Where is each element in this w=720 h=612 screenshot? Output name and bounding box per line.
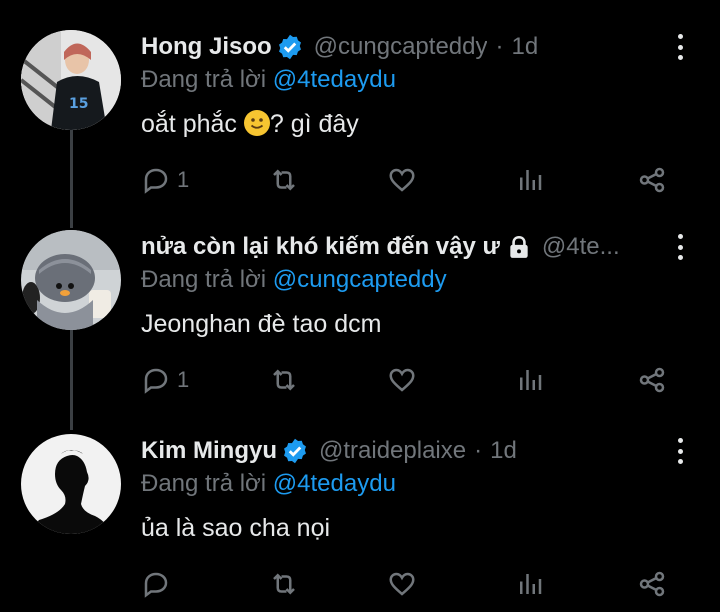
- heart-icon: [389, 368, 415, 392]
- reply-icon: [144, 168, 168, 194]
- retweet-icon: [273, 573, 295, 595]
- tweet-text: oắt phắc ? gì đây: [141, 110, 359, 139]
- tweet-header: Hong Jisoo @cungcapteddy · 1d: [141, 30, 660, 64]
- tweet-actions: 1: [141, 360, 681, 400]
- timestamp[interactable]: 1d: [511, 33, 538, 61]
- tweet-text: ủa là sao cha nọi: [141, 514, 331, 542]
- like-button[interactable]: [387, 160, 417, 200]
- mention-link[interactable]: @4tedaydu: [273, 66, 396, 93]
- mention-link[interactable]: @cungcapteddy: [273, 266, 447, 293]
- reply-count: 1: [177, 367, 190, 392]
- replying-label: Đang trả lời: [141, 470, 267, 497]
- tweet-actions: [141, 564, 681, 604]
- retweet-icon: [273, 369, 295, 391]
- retweet-button[interactable]: [269, 360, 299, 400]
- tweet[interactable]: nửa còn lại khó kiếm đến vậy ư @4te... Đ…: [0, 230, 720, 400]
- tweet-header: nửa còn lại khó kiếm đến vậy ư @4te...: [141, 230, 660, 264]
- share-icon: [639, 167, 665, 193]
- replying-to: Đang trả lời @cungcapteddy: [141, 266, 447, 294]
- reply-icon: [144, 368, 168, 394]
- analytics-icon: [520, 574, 542, 594]
- avatar[interactable]: [21, 434, 121, 534]
- analytics-button[interactable]: [515, 360, 545, 400]
- analytics-icon: [520, 170, 542, 190]
- retweet-button[interactable]: [269, 160, 299, 200]
- tweet-text-part: oắt phắc: [141, 110, 244, 138]
- retweet-icon: [273, 169, 295, 191]
- analytics-button[interactable]: [515, 564, 545, 604]
- verified-badge-icon: [278, 34, 301, 60]
- share-button[interactable]: [637, 360, 667, 400]
- user-handle[interactable]: @cungcapteddy: [314, 33, 488, 61]
- more-options-icon[interactable]: [670, 34, 690, 60]
- like-button[interactable]: [387, 564, 417, 604]
- more-options-icon[interactable]: [670, 438, 690, 464]
- more-options-icon[interactable]: [670, 234, 690, 260]
- separator-dot: ·: [474, 437, 483, 464]
- tweet-text: Jeonghan đè tao dcm: [141, 310, 382, 338]
- heart-icon: [389, 572, 415, 596]
- replying-label: Đang trả lời: [141, 266, 267, 293]
- reply-button[interactable]: 1: [141, 360, 189, 400]
- analytics-icon: [520, 370, 542, 390]
- mention-link[interactable]: @4tedaydu: [273, 470, 396, 497]
- replying-label: Đang trả lời: [141, 66, 267, 93]
- avatar[interactable]: 15: [21, 30, 121, 130]
- display-name[interactable]: nửa còn lại khó kiếm đến vậy ư: [141, 233, 500, 261]
- heart-icon: [389, 168, 415, 192]
- display-name[interactable]: Kim Mingyu: [141, 437, 277, 465]
- reply-count: 1: [177, 167, 190, 192]
- avatar[interactable]: [21, 230, 121, 330]
- tweet[interactable]: 15 Hong Jisoo @cungcapteddy · 1d Đang tr…: [0, 30, 720, 200]
- tweet-header: Kim Mingyu @traideplaixe · 1d: [141, 434, 660, 468]
- user-handle[interactable]: @4te...: [542, 233, 620, 261]
- timestamp[interactable]: 1d: [490, 437, 517, 465]
- share-button[interactable]: [637, 564, 667, 604]
- tweet-actions: 1: [141, 160, 681, 200]
- tweet-text-part: ? gì đây: [269, 110, 359, 138]
- verified-badge-icon: [284, 438, 306, 464]
- replying-to: Đang trả lời @4tedaydu: [141, 470, 396, 498]
- share-icon: [639, 571, 665, 597]
- user-handle[interactable]: @traideplaixe: [319, 437, 466, 465]
- replying-to: Đang trả lời @4tedaydu: [141, 66, 396, 94]
- tweet[interactable]: Kim Mingyu @traideplaixe · 1d Đang trả l…: [0, 434, 720, 604]
- reply-button[interactable]: [141, 564, 177, 604]
- slightly-smiling-face-icon: [243, 110, 270, 136]
- reply-button[interactable]: 1: [141, 160, 189, 200]
- analytics-button[interactable]: [515, 160, 545, 200]
- svg-text:15: 15: [69, 96, 88, 112]
- lock-icon: [510, 235, 528, 258]
- like-button[interactable]: [387, 360, 417, 400]
- share-icon: [639, 367, 665, 393]
- separator-dot: ·: [495, 33, 504, 60]
- reply-icon: [144, 572, 168, 598]
- display-name[interactable]: Hong Jisoo: [141, 33, 272, 61]
- retweet-button[interactable]: [269, 564, 299, 604]
- share-button[interactable]: [637, 160, 667, 200]
